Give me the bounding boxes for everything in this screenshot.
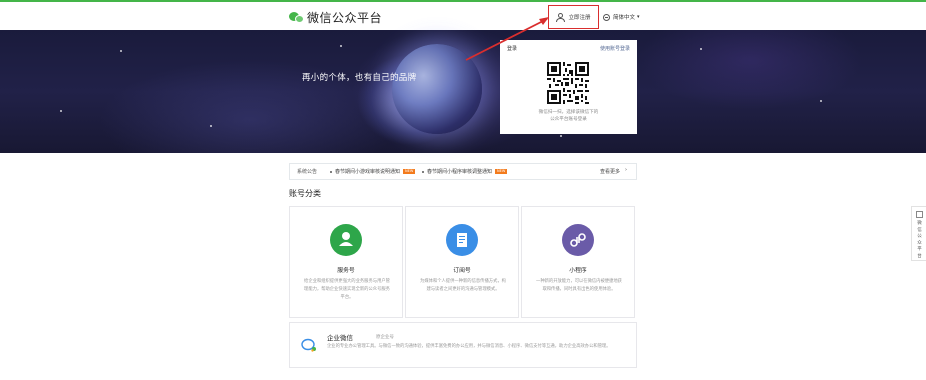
- planet-graphic: [392, 44, 482, 134]
- wechat-logo-icon: [289, 11, 304, 24]
- enterprise-desc: 企业的专业办公管理工具。与微信一致的沟通体验，提供丰富免费的办公应用，并与微信消…: [327, 344, 611, 349]
- qr-hint-line2: 公众平台账号登录: [550, 117, 587, 122]
- card-desc: 一种新的开放能力，可以在微信内被便捷地获取和传播，同时具有出色的使用体验。: [536, 279, 622, 292]
- enterprise-wechat-icon: [301, 338, 316, 352]
- logo-text: 微信公众平台: [307, 11, 383, 25]
- side-float-panel[interactable]: 微信公众平台: [911, 206, 926, 261]
- qr-small-icon: [916, 211, 923, 218]
- banner-slogan: 再小的个体，也有自己的品牌: [302, 73, 417, 83]
- account-card-miniprogram[interactable]: 小程序 一种新的开放能力，可以在微信内被便捷地获取和传播，同时具有出色的使用体验…: [521, 206, 635, 318]
- enterprise-sub: 原企业号: [376, 335, 394, 340]
- enterprise-name: 企业微信: [327, 334, 353, 342]
- bullet-icon: [330, 170, 332, 173]
- section-title: 账号分类: [289, 189, 321, 198]
- new-badge: NEW: [495, 169, 508, 174]
- qr-code: [547, 62, 589, 104]
- language-selector[interactable]: 简体中文 ▾: [603, 13, 640, 21]
- account-login-link[interactable]: 使用账号登录: [600, 45, 630, 52]
- account-card-subscription[interactable]: 订阅号 为媒体和个人提供一种新的信息传播方式，构建与读者之间更好的沟通与管理模式…: [405, 206, 519, 318]
- hero-banner: 再小的个体，也有自己的品牌: [0, 30, 926, 153]
- notice-label: 系统公告: [297, 169, 318, 175]
- card-name: 服务号: [337, 268, 355, 274]
- notice-bar: 系统公告 春节期间小游戏审核说明通知 NEW 春节期间小程序审核调整通知 NEW…: [289, 163, 637, 180]
- notice-item-text: 春节期间小游戏审核说明通知: [335, 169, 401, 175]
- language-label: 简体中文: [613, 15, 636, 21]
- card-desc: 为媒体和个人提供一种新的信息传播方式，构建与读者之间更好的沟通与管理模式。: [420, 279, 506, 292]
- subscription-account-icon: [446, 224, 478, 256]
- new-badge: NEW: [403, 169, 416, 174]
- bullet-icon: [422, 170, 424, 173]
- enterprise-wechat-card[interactable]: 企业微信 原企业号 企业的专业办公管理工具。与微信一致的沟通体验，提供丰富免费的…: [289, 322, 637, 368]
- side-float-text: 微信公众平台: [917, 221, 922, 259]
- header: 微信公众平台 立即注册 简体中文 ▾: [0, 2, 926, 30]
- login-title: 登录: [507, 46, 518, 52]
- chevron-right-icon: ›: [625, 167, 627, 173]
- notice-more-link[interactable]: 查看更多: [600, 168, 620, 175]
- service-account-icon: [330, 224, 362, 256]
- login-panel: 登录 使用账号登录 微信扫一扫，选择该微信下的 公众平台账号登录: [500, 40, 637, 134]
- globe-icon: [603, 13, 610, 21]
- register-button[interactable]: 立即注册: [548, 5, 599, 29]
- notice-item-text: 春节期间小程序审核调整通知: [427, 169, 493, 175]
- logo[interactable]: 微信公众平台: [289, 9, 382, 26]
- card-desc: 给企业和组织提供更强大的业务服务与用户管理能力，帮助企业快速实现全新的公众号服务…: [304, 279, 390, 300]
- account-card-service[interactable]: 服务号 给企业和组织提供更强大的业务服务与用户管理能力，帮助企业快速实现全新的公…: [289, 206, 403, 318]
- card-name: 小程序: [569, 268, 587, 274]
- notice-item[interactable]: 春节期间小游戏审核说明通知 NEW: [330, 168, 416, 175]
- miniprogram-icon: [562, 224, 594, 256]
- qr-hint-line1: 微信扫一扫，选择该微信下的: [538, 110, 599, 115]
- card-name: 订阅号: [453, 268, 471, 274]
- register-label: 立即注册: [568, 15, 591, 21]
- user-icon: [556, 12, 566, 22]
- chevron-down-icon: ▾: [637, 14, 640, 20]
- notice-item[interactable]: 春节期间小程序审核调整通知 NEW: [422, 168, 508, 175]
